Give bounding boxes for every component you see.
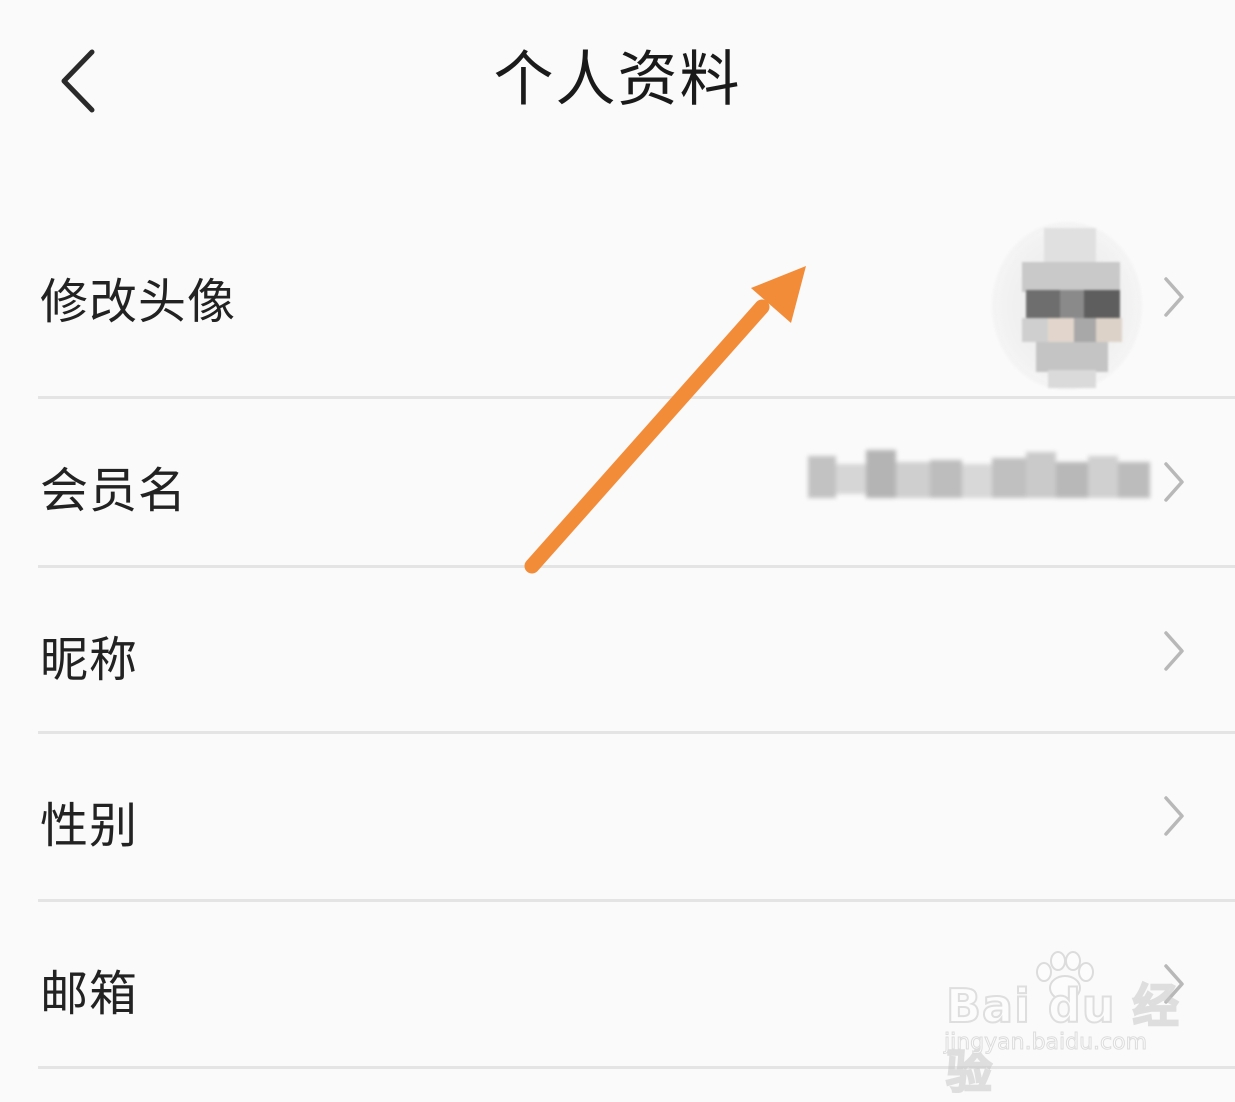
row-label-change-avatar: 修改头像 (40, 274, 237, 330)
avatar[interactable] (992, 214, 1148, 396)
chevron-right-icon (1164, 277, 1184, 317)
nav-header: 个人资料 (0, 0, 1235, 165)
row-label-member-name: 会员名 (40, 463, 188, 519)
row-label-nickname: 昵称 (40, 632, 139, 688)
page-title: 个人资料 (493, 45, 742, 115)
member-name-value (808, 446, 1154, 508)
row-label-gender: 性别 (40, 798, 139, 854)
chevron-right-icon (1164, 796, 1184, 836)
chevron-right-icon (1164, 631, 1184, 671)
chevron-right-icon (1164, 462, 1184, 502)
watermark-url: jingyan.baidu.com (943, 1030, 1148, 1056)
row-gender[interactable]: 性别 (0, 734, 1235, 899)
row-label-email: 邮箱 (40, 966, 139, 1022)
row-nickname[interactable]: 昵称 (0, 568, 1235, 731)
watermark: Bai du 经验 jingyan.baidu.com (930, 950, 1190, 1100)
